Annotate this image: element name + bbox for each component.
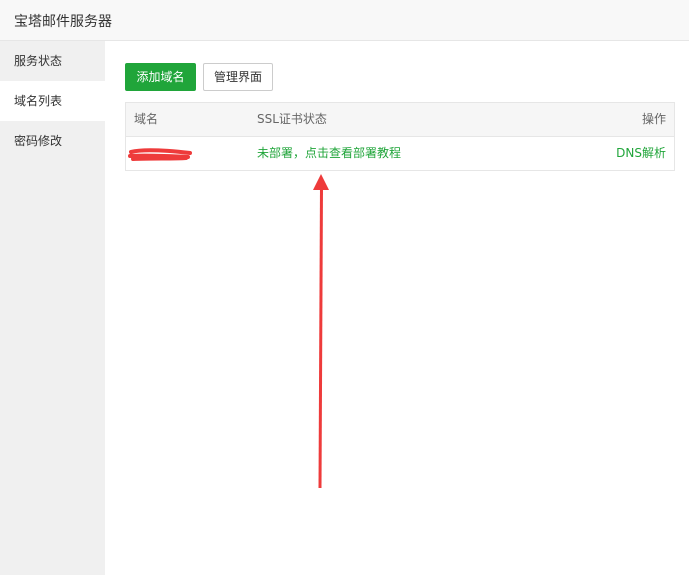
dns-resolve-link[interactable]: DNS解析: [616, 137, 666, 171]
redaction-scribble: [128, 148, 192, 161]
header-action: 操作: [641, 112, 666, 126]
ssl-deploy-tutorial-link[interactable]: 未部署，点击查看部署教程: [257, 137, 401, 171]
title-bar: 宝塔邮件服务器: [0, 0, 689, 41]
window-title: 宝塔邮件服务器: [14, 14, 112, 30]
header-ssl-status: SSL证书状态: [257, 112, 327, 126]
header-domain: 域名: [134, 112, 159, 126]
sidebar-item-domain-list[interactable]: 域名列表: [0, 81, 105, 121]
sidebar-item-password-change[interactable]: 密码修改: [0, 121, 105, 161]
sidebar-item-service-status[interactable]: 服务状态: [0, 41, 105, 81]
table-header: 域名 SSL证书状态 操作: [126, 103, 674, 137]
domain-table: 域名 SSL证书状态 操作 未部署，点击查看部署教程 DNS解析: [125, 102, 675, 171]
add-domain-button[interactable]: 添加域名: [125, 63, 196, 91]
table-row: 未部署，点击查看部署教程 DNS解析: [126, 137, 674, 170]
sidebar: 服务状态 域名列表 密码修改: [0, 41, 105, 575]
manage-interface-button[interactable]: 管理界面: [203, 63, 273, 91]
main-panel: 添加域名 管理界面 域名 SSL证书状态 操作 未部署，点击查看部署教程 DNS…: [105, 41, 689, 575]
